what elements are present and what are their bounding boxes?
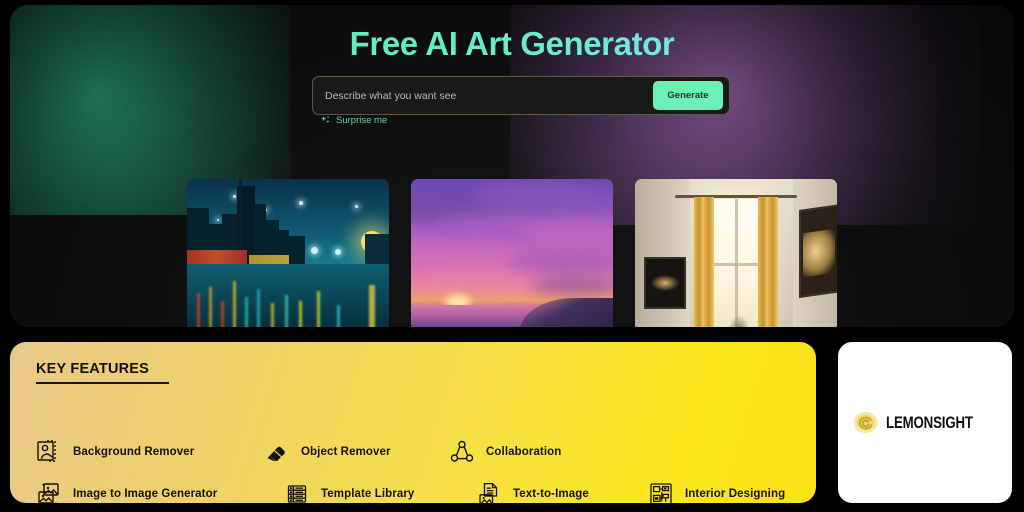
feature-object-remover[interactable]: Object Remover: [264, 439, 449, 465]
feature-template-library[interactable]: Template Library: [284, 481, 476, 503]
interior-room-thumbnail[interactable]: [635, 179, 837, 327]
prompt-input[interactable]: [313, 77, 653, 114]
feature-label: Collaboration: [486, 446, 562, 458]
feature-label: Text-to-Image: [513, 488, 589, 500]
feature-interior-designing[interactable]: Interior Designing: [648, 481, 785, 503]
prompt-search-bar[interactable]: Generate: [312, 76, 730, 115]
sample-gallery: [10, 179, 1014, 327]
floor-plan-icon: [648, 481, 674, 503]
background-remover-icon: [36, 439, 62, 465]
feature-collaboration[interactable]: Collaboration: [449, 439, 561, 465]
generate-button[interactable]: Generate: [653, 81, 723, 110]
purple-sunset-thumbnail[interactable]: [411, 179, 613, 327]
key-features-heading: KEY FEATURES: [36, 361, 150, 377]
feature-text-to-image[interactable]: Text-to-Image: [476, 481, 648, 503]
feature-label: Interior Designing: [685, 488, 786, 500]
document-image-icon: [476, 481, 502, 503]
image-stack-icon: [36, 481, 62, 503]
heading-underline: [36, 382, 169, 384]
feature-label: Background Remover: [73, 446, 195, 458]
surprise-me-label: Surprise me: [336, 115, 388, 126]
lemon-spiral-logo: [852, 409, 879, 436]
brand-logo-card: LEMONSIGHT: [838, 342, 1012, 503]
feature-label: Image to Image Generator: [73, 488, 218, 500]
share-nodes-icon: [449, 439, 475, 465]
feature-background-remover[interactable]: Background Remover: [36, 439, 264, 465]
surprise-me-link[interactable]: Surprise me: [320, 115, 387, 126]
feature-label: Template Library: [321, 488, 415, 500]
eraser-icon: [264, 439, 290, 465]
sparkle-icon: [320, 115, 331, 126]
page-title: Free AI Art Generator: [10, 25, 1014, 63]
feature-image-to-image-generator[interactable]: Image to Image Generator: [36, 481, 284, 503]
page-root: Free AI Art Generator Generate Surprise …: [0, 0, 1024, 512]
features-row-2: Image to Image Generator Template Librar…: [36, 481, 785, 503]
hero-panel: Free AI Art Generator Generate Surprise …: [10, 5, 1014, 327]
brand-name: LEMONSIGHT: [886, 412, 974, 432]
feature-label: Object Remover: [301, 446, 391, 458]
template-library-icon: [284, 481, 310, 503]
key-features-card: KEY FEATURES Background Remover Object R…: [10, 342, 816, 503]
features-row-1: Background Remover Object Remover Collab…: [36, 439, 561, 465]
night-cityscape-thumbnail[interactable]: [187, 179, 389, 327]
